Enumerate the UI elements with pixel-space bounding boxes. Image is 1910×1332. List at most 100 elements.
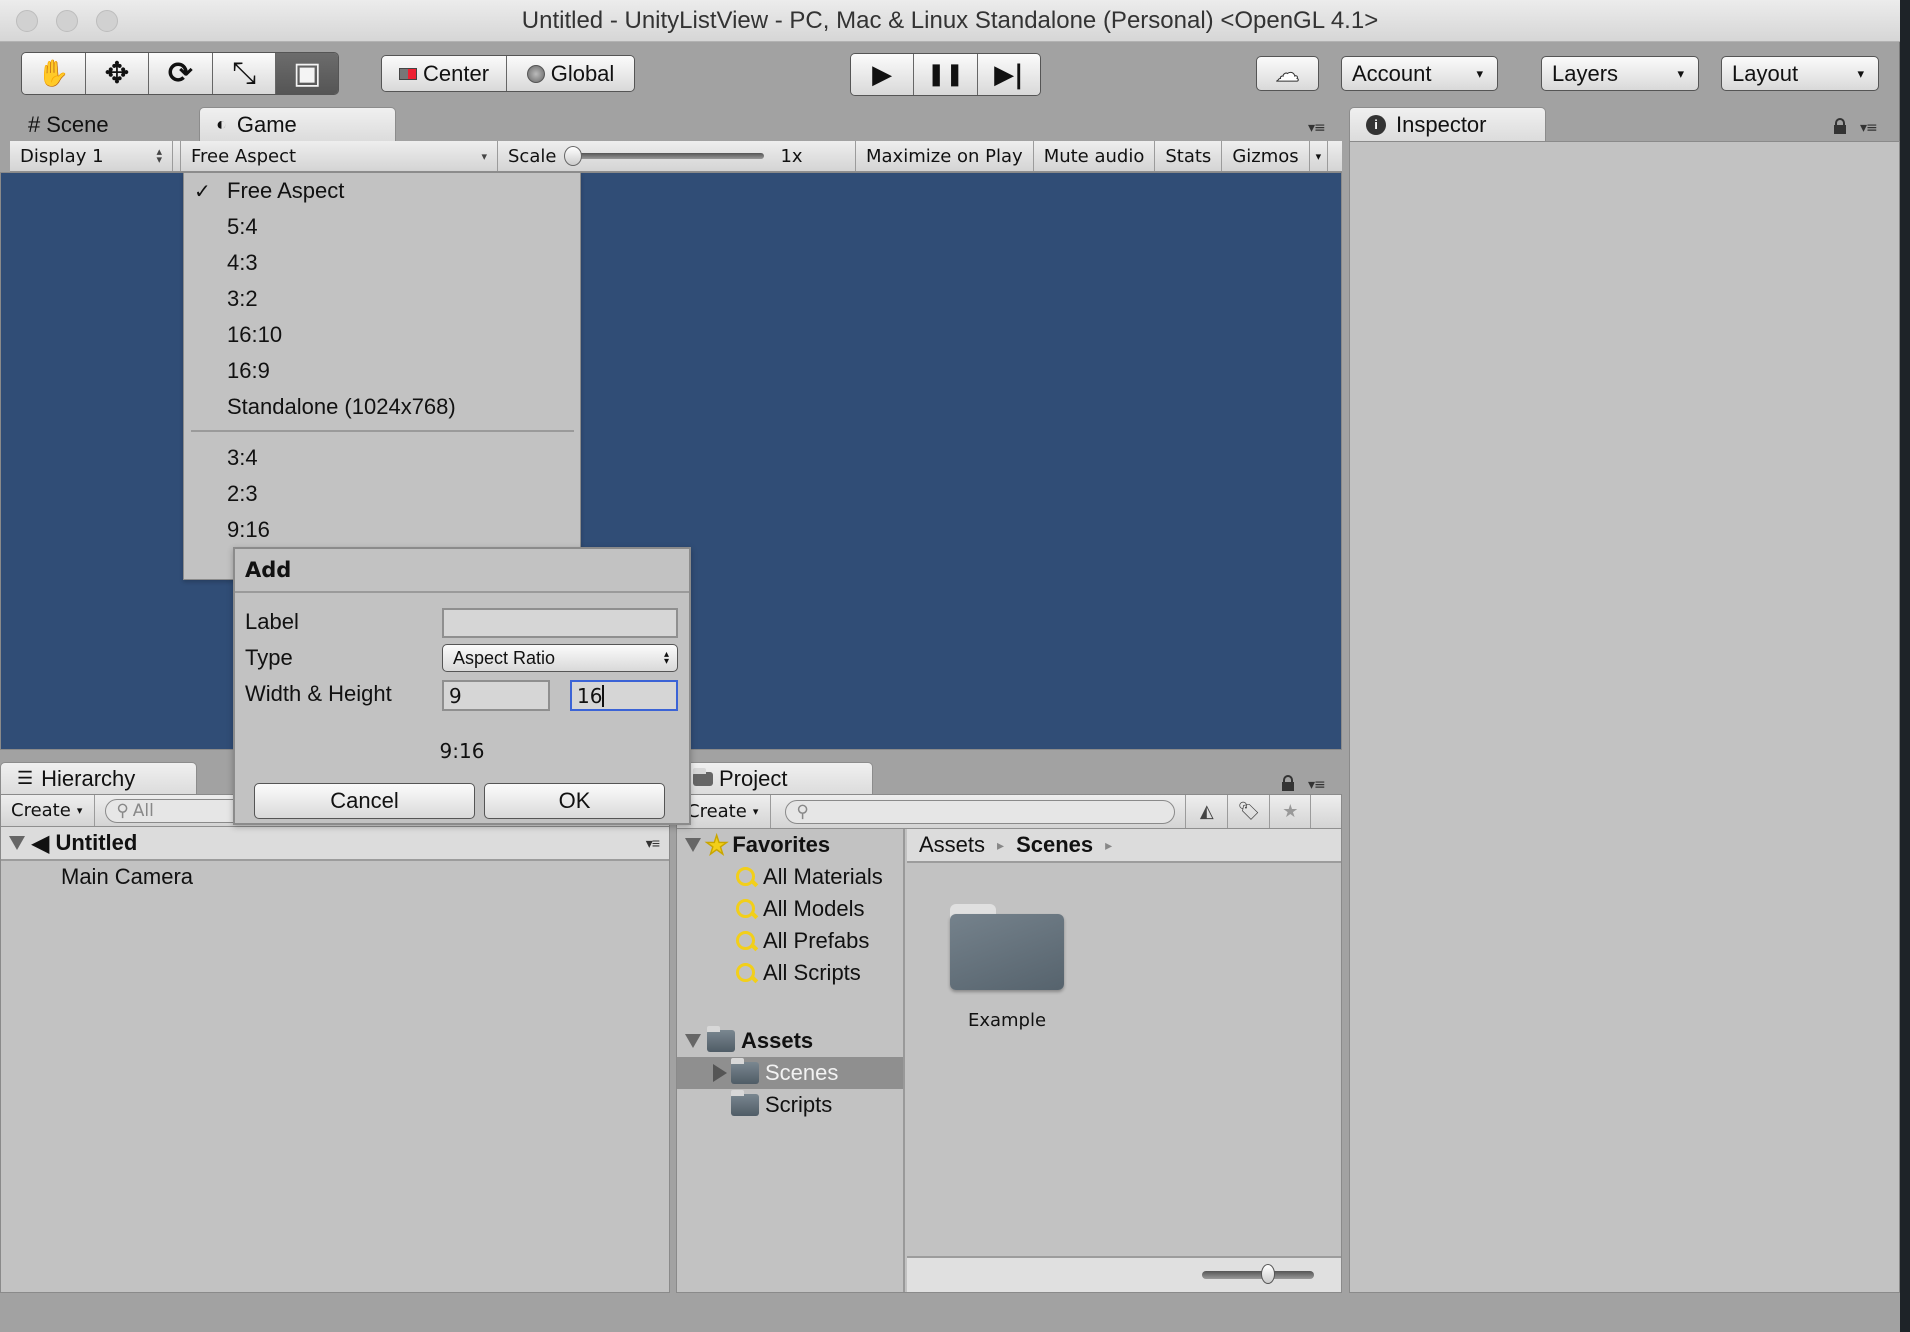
layers-label: Layers [1552, 60, 1619, 86]
label-field-label: Label [245, 609, 299, 634]
height-input[interactable]: 16 [570, 680, 678, 711]
height-input-value: 16 [577, 683, 603, 708]
project-content-area: Assets ▸ Scenes ▸ Example [907, 829, 1341, 1292]
layout-dropdown[interactable]: Layout ▾ [1721, 56, 1879, 91]
star-icon: ★ [1282, 801, 1299, 822]
menu-item-9-16[interactable]: 9:16 [184, 512, 580, 548]
pivot-rotation-button[interactable]: Global [507, 56, 634, 91]
account-dropdown[interactable]: Account ▾ [1341, 56, 1498, 91]
menu-item-label: 2:3 [227, 481, 258, 506]
type-select-value: Aspect Ratio [453, 647, 556, 668]
move-tool-button[interactable]: ✥ [85, 53, 150, 94]
breadcrumb-scenes[interactable]: Scenes [1016, 832, 1093, 858]
hierarchy-item[interactable]: Main Camera [1, 861, 669, 893]
filter-by-label-button[interactable]: 🏷 [1227, 795, 1269, 828]
chevron-down-icon: ▾ [1476, 65, 1483, 81]
hand-tool-button[interactable]: ✋ [22, 53, 86, 94]
hierarchy-list-icon: ☰ [17, 768, 34, 788]
menu-item-free-aspect[interactable]: ✓ Free Aspect [184, 173, 580, 209]
tab-project[interactable]: Project [676, 762, 873, 794]
hierarchy-create-dropdown[interactable]: Create ▾ [11, 795, 96, 826]
icon-size-slider-track [1202, 1271, 1314, 1279]
tab-game[interactable]: ◐ Game [199, 107, 396, 141]
project-lock-icon[interactable] [1282, 775, 1294, 791]
menu-item-label: 16:9 [227, 358, 270, 383]
folder-label: Scripts [765, 1092, 833, 1117]
pivot-mode-button[interactable]: Center [382, 56, 508, 91]
project-create-dropdown[interactable]: Create ▾ [687, 795, 772, 828]
collab-cloud-button[interactable]: ☁ [1256, 56, 1319, 91]
expand-triangle-icon[interactable] [685, 1034, 701, 1048]
cancel-button[interactable]: Cancel [254, 783, 475, 819]
play-button[interactable]: ▶ [851, 54, 915, 95]
stats-toggle[interactable]: Stats [1155, 141, 1223, 171]
menu-item-3-4[interactable]: 3:4 [184, 440, 580, 476]
gizmos-toggle[interactable]: Gizmos [1222, 141, 1310, 171]
menu-item-label: 3:4 [227, 445, 258, 470]
scale-slider-thumb[interactable] [564, 146, 583, 166]
aspect-ratio-dropdown[interactable]: Free Aspect ▾ [180, 141, 498, 171]
width-input[interactable]: 9 [442, 680, 550, 711]
menu-item-standalone[interactable]: Standalone (1024x768) [184, 389, 580, 425]
scale-tool-button[interactable]: ⤡ [212, 53, 277, 94]
menu-item-16-9[interactable]: 16:9 [184, 353, 580, 389]
project-search-input[interactable]: ⚲ [785, 799, 1176, 824]
favorite-item[interactable]: All Scripts [677, 957, 903, 989]
layout-label: Layout [1732, 60, 1799, 86]
label-input[interactable] [442, 608, 678, 638]
rotate-tool-button[interactable]: ⟳ [149, 53, 213, 94]
favorite-item[interactable]: All Models [677, 893, 903, 925]
pause-icon: ❚❚ [927, 62, 964, 87]
favorites-row[interactable]: ★ Favorites [677, 829, 903, 861]
scene-menu-icon[interactable]: ▾≡ [646, 835, 660, 852]
ok-button[interactable]: OK [484, 783, 665, 819]
updown-arrows-icon: ▴ ▾ [663, 649, 669, 667]
tab-inspector[interactable]: i Inspector [1349, 107, 1546, 141]
expand-triangle-icon[interactable] [713, 1064, 727, 1082]
hierarchy-item-label: Main Camera [61, 864, 194, 889]
menu-item-3-2[interactable]: 3:2 [184, 281, 580, 317]
expand-triangle-icon[interactable] [9, 836, 25, 850]
menu-item-2-3[interactable]: 2:3 [184, 476, 580, 512]
step-button[interactable]: ▶| [977, 54, 1040, 95]
chevron-down-icon: ▾ [481, 149, 487, 163]
breadcrumb-separator-icon[interactable]: ▸ [1105, 837, 1112, 854]
rect-tool-button[interactable]: ▣ [276, 53, 338, 94]
search-filter-icon [735, 898, 757, 920]
expand-triangle-icon[interactable] [685, 838, 701, 852]
pause-button[interactable]: ❚❚ [914, 54, 978, 95]
game-panel-menu-icon[interactable]: ▾≡ [1308, 120, 1326, 136]
menu-item-16-10[interactable]: 16:10 [184, 317, 580, 353]
filter-by-type-button[interactable]: ◭ [1185, 795, 1227, 828]
assets-row[interactable]: Assets [677, 1025, 903, 1057]
breadcrumb-assets[interactable]: Assets [919, 832, 985, 858]
scale-icon: ⤡ [232, 56, 257, 91]
folder-icon [707, 1026, 735, 1052]
icon-size-slider[interactable] [1202, 1264, 1314, 1284]
type-select[interactable]: Aspect Ratio ▴ ▾ [442, 644, 678, 672]
display-select[interactable]: Display 1 ▴ ▾ [10, 141, 173, 171]
asset-item-example[interactable]: Example [942, 904, 1072, 1031]
folder-row-scripts[interactable]: Scripts [677, 1089, 903, 1121]
layers-dropdown[interactable]: Layers ▾ [1541, 56, 1699, 91]
mute-audio-toggle[interactable]: Mute audio [1034, 141, 1156, 171]
project-panel-menu-icon[interactable]: ▾≡ [1308, 777, 1326, 793]
hand-icon: ✋ [37, 58, 70, 89]
tab-scene[interactable]: # Scene [12, 108, 192, 142]
gizmos-dropdown[interactable]: ▾ [1310, 141, 1329, 171]
maximize-on-play-toggle[interactable]: Maximize on Play [856, 141, 1034, 171]
menu-item-4-3[interactable]: 4:3 [184, 245, 580, 281]
icon-size-slider-thumb[interactable] [1260, 1264, 1275, 1284]
scale-slider[interactable] [564, 146, 765, 166]
favorite-item[interactable]: All Materials [677, 861, 903, 893]
folder-label: Scenes [765, 1060, 839, 1085]
inspector-lock-icon[interactable] [1834, 118, 1846, 134]
inspector-panel-menu-icon[interactable]: ▾≡ [1860, 120, 1878, 136]
save-search-button[interactable]: ★ [1269, 795, 1312, 828]
favorite-item[interactable]: All Prefabs [677, 925, 903, 957]
folder-row-scenes[interactable]: Scenes [677, 1057, 903, 1089]
rotate-icon: ⟳ [167, 56, 194, 91]
tab-hierarchy[interactable]: ☰ Hierarchy [0, 762, 197, 794]
scene-header-row[interactable]: ◀ Untitled ▾≡ [1, 827, 669, 861]
menu-item-5-4[interactable]: 5:4 [184, 209, 580, 245]
